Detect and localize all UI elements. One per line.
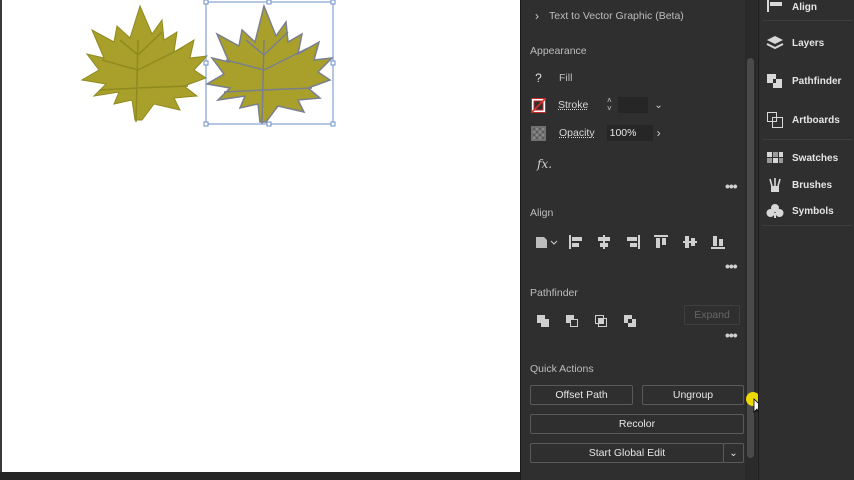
- symbols-icon: [766, 204, 784, 218]
- fill-label: Fill: [559, 72, 573, 84]
- start-global-edit-button[interactable]: Start Global Edit: [530, 443, 724, 463]
- stroke-none-swatch-icon[interactable]: [531, 97, 546, 113]
- expand-button[interactable]: Expand: [684, 305, 740, 325]
- chevron-down-icon: ⌄: [729, 447, 738, 459]
- brushes-icon: [769, 178, 781, 192]
- stroke-weight-input[interactable]: [618, 97, 649, 113]
- dock-swatches-label: Swatches: [792, 152, 839, 164]
- align-panel-icon: [767, 0, 782, 12]
- text-to-vector-item[interactable]: › Text to Vector Graphic (Beta): [535, 8, 684, 24]
- stroke-row: Stroke ˄ ˅ ⌄: [531, 96, 663, 114]
- chevron-right-icon: ›: [535, 9, 539, 23]
- pathfinder-more-options-icon[interactable]: •••: [725, 327, 738, 343]
- pathfinder-panel-icon: [767, 74, 782, 88]
- dock-align[interactable]: Align: [766, 0, 817, 14]
- opacity-expand-arrow-icon[interactable]: ›: [657, 126, 661, 140]
- dock-layers[interactable]: Layers: [766, 35, 824, 51]
- layers-icon: [766, 36, 784, 50]
- align-right-icon[interactable]: [623, 232, 643, 252]
- dock-separator: [762, 20, 852, 21]
- dock-separator: [762, 225, 852, 226]
- align-left-icon[interactable]: [566, 232, 586, 252]
- dock-align-label: Align: [792, 1, 817, 13]
- fx-label: fx.: [537, 157, 553, 171]
- stroke-weight-stepper-icon[interactable]: ˄ ˅: [604, 97, 614, 113]
- dock-brushes-label: Brushes: [792, 179, 833, 191]
- artboard-canvas[interactable]: [0, 0, 520, 472]
- stroke-weight-dropdown-icon[interactable]: ⌄: [654, 100, 662, 111]
- artwork: [80, 0, 336, 127]
- pathfinder-title: Pathfinder: [530, 287, 578, 299]
- pathfinder-unite-icon[interactable]: [533, 311, 553, 331]
- opacity-label[interactable]: Opacity: [559, 127, 595, 139]
- align-top-icon[interactable]: [651, 232, 671, 252]
- dock-symbols[interactable]: Symbols: [766, 203, 834, 219]
- fx-effects-button[interactable]: fx.: [537, 156, 552, 172]
- pathfinder-exclude-icon[interactable]: [620, 311, 640, 331]
- align-bottom-icon[interactable]: [708, 232, 728, 252]
- swatches-icon: [767, 152, 783, 163]
- ungroup-button[interactable]: Ungroup: [642, 385, 744, 405]
- artboards-icon: [767, 112, 783, 128]
- left-leaf[interactable]: [80, 4, 209, 123]
- dock-pathfinder-label: Pathfinder: [792, 75, 842, 87]
- opacity-checker-icon: [531, 125, 546, 141]
- dock-artboards-label: Artboards: [792, 114, 840, 126]
- fill-row[interactable]: ? Fill: [531, 70, 572, 86]
- right-leaf[interactable]: [204, 3, 335, 125]
- opacity-input[interactable]: 100%: [606, 125, 653, 141]
- align-title: Align: [530, 207, 554, 219]
- right-dock: [758, 0, 854, 480]
- recolor-button[interactable]: Recolor: [530, 414, 744, 434]
- quick-actions-title: Quick Actions: [530, 363, 594, 375]
- align-more-options-icon[interactable]: •••: [725, 258, 738, 274]
- offset-path-button[interactable]: Offset Path: [530, 385, 633, 405]
- dock-swatches[interactable]: Swatches: [766, 151, 838, 165]
- appearance-title: Appearance: [530, 45, 587, 57]
- text-to-vector-label: Text to Vector Graphic (Beta): [549, 10, 684, 22]
- global-edit-options-dropdown[interactable]: ⌄: [723, 443, 744, 463]
- pathfinder-minus-front-icon[interactable]: [562, 311, 582, 331]
- dock-pathfinder[interactable]: Pathfinder: [766, 73, 841, 89]
- opacity-row: Opacity 100% ›: [531, 124, 661, 142]
- align-to-selection-icon[interactable]: [534, 232, 558, 252]
- fill-unknown-icon: ?: [535, 70, 542, 85]
- dock-layers-label: Layers: [792, 37, 825, 49]
- align-horizontal-center-icon[interactable]: [594, 232, 614, 252]
- dock-symbols-label: Symbols: [792, 205, 834, 217]
- dock-brushes[interactable]: Brushes: [766, 177, 832, 193]
- dock-separator: [762, 139, 852, 140]
- align-vertical-center-icon[interactable]: [680, 232, 700, 252]
- stroke-label[interactable]: Stroke: [558, 99, 588, 111]
- pathfinder-intersect-icon[interactable]: [591, 311, 611, 331]
- appearance-more-options-icon[interactable]: •••: [725, 178, 738, 194]
- status-bar: [0, 472, 520, 480]
- dock-artboards[interactable]: Artboards: [766, 111, 840, 129]
